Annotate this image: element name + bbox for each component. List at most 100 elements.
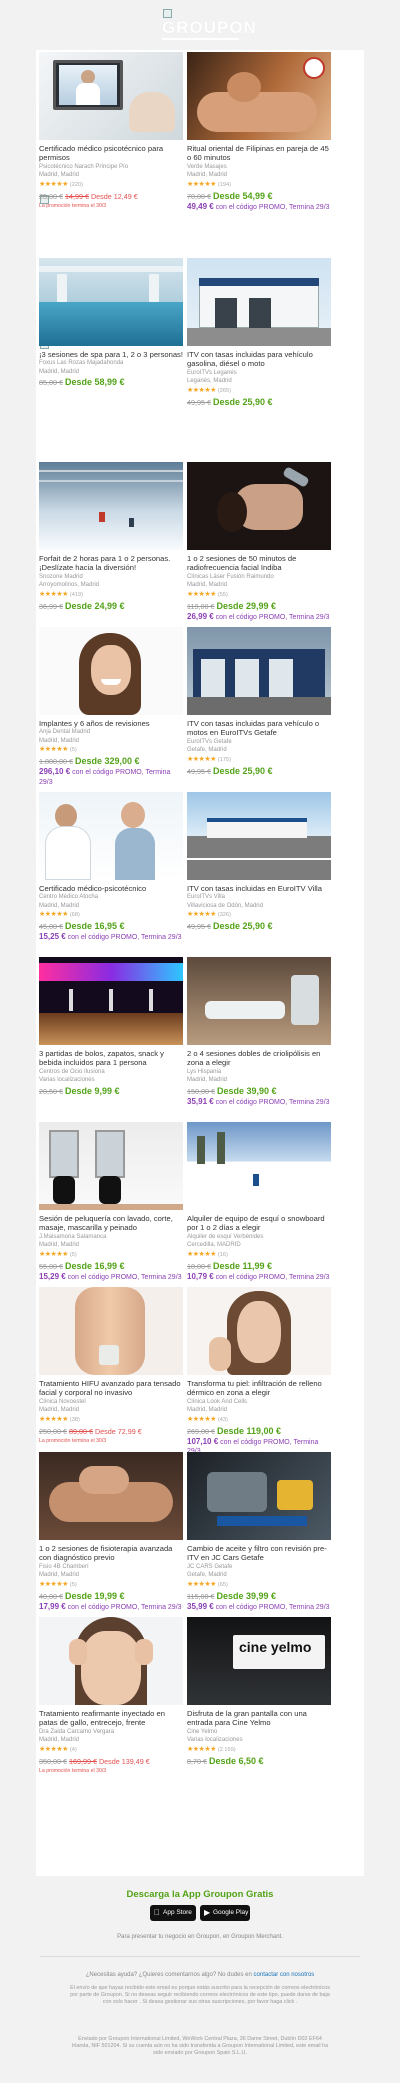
deal-title[interactable]: Sesión de peluquería con lavado, corte, …	[39, 1214, 183, 1233]
deal-card[interactable]: Forfait de 2 horas para 1 o 2 personas. …	[39, 462, 183, 612]
deal-title[interactable]: Cambio de aceite y filtro con revisión p…	[187, 1544, 331, 1563]
deal-image[interactable]	[39, 462, 183, 550]
merchant-name: Fisio 4B Chamberí	[39, 1563, 89, 1570]
deal-title[interactable]: Certificado médico-psicotécnico	[39, 884, 183, 893]
deal-title[interactable]: Ritual oriental de Filipinas en pareja d…	[187, 144, 331, 163]
original-price: 150,00 €	[187, 1086, 215, 1096]
original-price: 119,00 €	[187, 601, 215, 611]
deal-price: Desde 16,99 €	[64, 1260, 125, 1271]
deal-image[interactable]	[187, 792, 331, 880]
review-count: (65)	[217, 1581, 228, 1588]
price-line: 150,00 € Desde 39,90 €	[187, 1086, 331, 1097]
deal-card[interactable]: Implantes y 6 años de revisiones Anja Den…	[39, 627, 183, 787]
groupon-logo[interactable]: GROUPON	[162, 18, 257, 38]
promo-text: con el código PROMO, Termina 29/3	[67, 1273, 182, 1281]
deal-title[interactable]: Forfait de 2 horas para 1 o 2 personas. …	[39, 554, 183, 573]
deal-price: Desde 11,99 €	[212, 1260, 273, 1271]
deal-title[interactable]: ¡3 sesiones de spa para 1, 2 o 3 persona…	[39, 350, 183, 359]
price-line: 18,00 € Desde 11,99 €	[187, 1261, 331, 1272]
deal-location: Madrid, Madrid	[39, 1242, 80, 1249]
deal-card[interactable]: 2 o 4 sesiones dobles de criolipólisis e…	[187, 957, 331, 1107]
deal-image[interactable]	[187, 258, 331, 346]
deal-title[interactable]: Certificado médico psicotécnico para per…	[39, 144, 183, 163]
merchant-name: Clínicas Láser Fusión Raimundo	[187, 573, 274, 580]
deal-card[interactable]: Tratamiento reafirmante inyectado en pat…	[39, 1617, 183, 1774]
deal-card[interactable]: ¡3 sesiones de spa para 1, 2 o 3 persona…	[39, 258, 183, 388]
contact-link[interactable]: contactar con nosotros	[254, 1972, 315, 1978]
deal-price: Desde 19,99 €	[64, 1590, 125, 1601]
price-line: 250,00 € 89,00 € Desde 72,99 €	[39, 1426, 183, 1437]
deal-image[interactable]	[39, 792, 183, 880]
review-count: (38)	[69, 1416, 80, 1423]
deal-title[interactable]: 1 o 2 sesiones de 50 minutos de radiofre…	[187, 554, 331, 573]
deal-image[interactable]	[39, 52, 183, 140]
deal-card[interactable]: ITV con tasas incluidas para vehículo o …	[187, 627, 331, 777]
deal-price: Desde 119,00 €	[216, 1425, 282, 1436]
deal-image[interactable]	[187, 462, 331, 550]
merchant-name: Anja Dental Madrid	[39, 729, 91, 736]
original-price: 55,00 €	[39, 1261, 63, 1271]
app-store-button[interactable]:  App Store	[150, 1905, 196, 1921]
deal-card[interactable]: Certificado médico-psicotécnico Centro Mé…	[39, 792, 183, 943]
deal-price: Desde 58,99 €	[64, 377, 125, 388]
deal-title[interactable]: Tratamiento HIFU avanzado para tensado f…	[39, 1379, 183, 1398]
deal-image[interactable]	[187, 1287, 331, 1375]
promo-line: 10,79 € con el código PROMO, Termina 29/…	[187, 1272, 331, 1282]
deal-card[interactable]: cine yelmo Disfruta de la gran pantalla c…	[187, 1617, 331, 1767]
deal-image[interactable]	[187, 627, 331, 715]
stars-icon: ★★★★★	[187, 590, 216, 598]
deal-title[interactable]: Transforma tu piel: infiltración de rell…	[187, 1379, 331, 1398]
deal-title[interactable]: ITV con tasas incluidas para vehículo ga…	[187, 350, 331, 369]
star-rating: ★★★★★ (65)	[187, 1580, 331, 1590]
deal-card[interactable]: Transforma tu piel: infiltración de rell…	[187, 1287, 331, 1457]
deal-card[interactable]: ITV con tasas incluidas en EuroITV Villa…	[187, 792, 331, 932]
deal-card[interactable]: Ritual oriental de Filipinas en pareja d…	[187, 52, 331, 212]
stars-icon: ★★★★★	[39, 180, 68, 188]
deal-image[interactable]	[39, 627, 183, 715]
deal-title[interactable]: Disfruta de la gran pantalla con una ent…	[187, 1709, 331, 1728]
deal-image[interactable]	[39, 1452, 183, 1540]
deal-card[interactable]: Alquiler de equipo de esquí o snowboard …	[187, 1122, 331, 1282]
stars-icon: ★★★★★	[39, 746, 68, 754]
deal-image[interactable]	[39, 258, 183, 346]
deal-card[interactable]: ITV con tasas incluidas para vehículo ga…	[187, 258, 331, 408]
stars-icon: ★★★★★	[39, 1250, 68, 1258]
deal-image[interactable]	[39, 957, 183, 1045]
deal-card[interactable]: Tratamiento HIFU avanzado para tensado f…	[39, 1287, 183, 1444]
deal-location: Varias localizaciones	[187, 1737, 243, 1744]
deal-card[interactable]: Sesión de peluquería con lavado, corte, …	[39, 1122, 183, 1282]
deal-image[interactable]	[187, 1122, 331, 1210]
merchant-name: Psicotécnico Narach Príncipe Pío	[39, 163, 129, 170]
promo-price: 15,25 €	[39, 932, 66, 942]
deal-card[interactable]: 3 partidas de bolos, zapatos, snack y be…	[39, 957, 183, 1097]
promo-text: con el código PROMO, Termina 29/3	[215, 1098, 330, 1106]
deal-title[interactable]: 2 o 4 sesiones dobles de criolipólisis e…	[187, 1049, 331, 1068]
deal-title[interactable]: Tratamiento reafirmante inyectado en pat…	[39, 1709, 183, 1728]
stars-icon: ★★★★★	[187, 1250, 216, 1258]
deal-image[interactable]	[187, 52, 331, 140]
deal-image[interactable]	[187, 957, 331, 1045]
promo-text: con el código PROMO, Termina 29/3	[67, 1603, 182, 1611]
deal-title[interactable]: Alquiler de equipo de esquí o snowboard …	[187, 1214, 331, 1233]
deal-card[interactable]: Cambio de aceite y filtro con revisión p…	[187, 1452, 331, 1612]
deal-image[interactable]: cine yelmo	[187, 1617, 331, 1705]
deal-title[interactable]: 3 partidas de bolos, zapatos, snack y be…	[39, 1049, 183, 1068]
price-line: 45,00 € Desde 16,95 €	[39, 921, 183, 932]
deal-price: Desde 139,49 €	[98, 1756, 150, 1766]
deal-card[interactable]: 1 o 2 sesiones de fisioterapia avanzada …	[39, 1452, 183, 1612]
promo-end-note: La promoción termina el 30/3	[39, 202, 107, 209]
deal-title[interactable]: Implantes y 6 años de revisiones	[39, 719, 183, 728]
deal-price: Desde 329,00 €	[74, 756, 140, 767]
deal-image[interactable]	[39, 1122, 183, 1210]
deal-card[interactable]: Certificado médico psicotécnico para per…	[39, 52, 183, 209]
deal-card[interactable]: 1 o 2 sesiones de 50 minutos de radiofre…	[187, 462, 331, 622]
deal-title[interactable]: ITV con tasas incluidas en EuroITV Villa	[187, 884, 331, 893]
deal-image[interactable]	[187, 1452, 331, 1540]
deal-image[interactable]	[39, 1287, 183, 1375]
deal-title[interactable]: 1 o 2 sesiones de fisioterapia avanzada …	[39, 1544, 183, 1563]
google-play-button[interactable]: ▶ Google Play	[200, 1905, 250, 1921]
deal-title[interactable]: ITV con tasas incluidas para vehículo o …	[187, 719, 331, 738]
deal-image[interactable]	[39, 1617, 183, 1705]
broken-image-icon	[163, 9, 172, 18]
merchant-name: Cine Yelmo	[187, 1728, 218, 1735]
